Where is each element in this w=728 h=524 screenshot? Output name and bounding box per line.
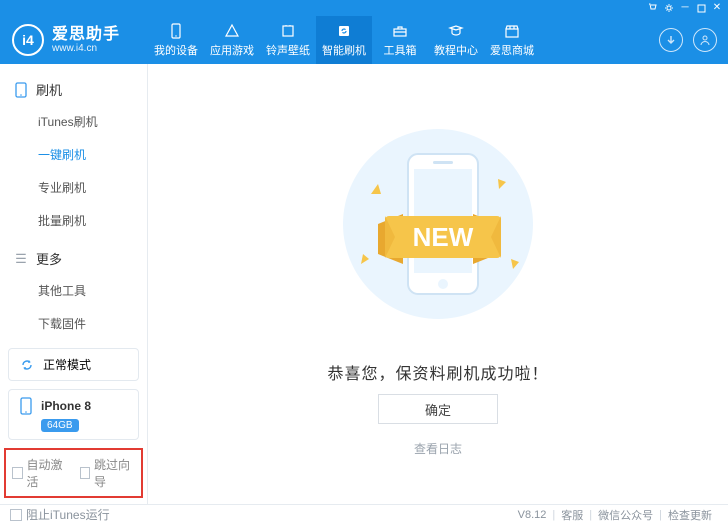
sidebar-item-other[interactable]: 其他工具 (0, 274, 147, 307)
tab-tutorial[interactable]: 教程中心 (428, 16, 484, 64)
tutorial-icon (448, 22, 464, 40)
sidebar-item-pro[interactable]: 专业刷机 (0, 171, 147, 204)
options-highlight-box: 自动激活 跳过向导 (4, 448, 143, 498)
new-badge-text: NEW (413, 222, 474, 252)
success-illustration: NEW (323, 124, 553, 324)
tab-ringtone[interactable]: 铃声壁纸 (260, 16, 316, 64)
cart-icon[interactable] (648, 3, 658, 13)
block-itunes-checkbox[interactable]: 阻止iTunes运行 (10, 506, 110, 523)
sidebar-section-flash-title: 刷机 (36, 80, 62, 99)
sidebar-item-onekey[interactable]: 一键刷机 (0, 138, 147, 171)
device-indicator[interactable]: iPhone 8 64GB (8, 389, 139, 440)
tab-apps[interactable]: 应用游戏 (204, 16, 260, 64)
sidebar-section-flash[interactable]: 刷机 (0, 74, 147, 105)
phone-icon (14, 82, 28, 98)
tab-label: 应用游戏 (210, 42, 254, 58)
ringtone-icon (280, 22, 296, 40)
tab-label: 智能刷机 (322, 42, 366, 58)
user-button[interactable] (693, 28, 717, 52)
mall-icon (504, 22, 520, 40)
success-message: 恭喜您，保资料刷机成功啦！ (148, 360, 728, 384)
tab-flash[interactable]: 智能刷机 (316, 16, 372, 64)
mode-label: 正常模式 (43, 356, 91, 373)
device-name: iPhone 8 (41, 399, 91, 413)
minimize-icon[interactable]: ─ (680, 3, 690, 13)
tab-label: 铃声壁纸 (266, 42, 310, 58)
footer: 阻止iTunes运行 V8.12 | 客服 | 微信公众号 | 检查更新 (0, 504, 728, 524)
tab-label: 工具箱 (384, 42, 417, 58)
auto-activate-checkbox[interactable]: 自动激活 (12, 456, 68, 490)
apps-icon (224, 22, 240, 40)
skip-guide-checkbox[interactable]: 跳过向导 (80, 456, 136, 490)
skip-guide-label: 跳过向导 (94, 456, 135, 490)
maximize-icon[interactable] (696, 3, 706, 13)
device-icon (168, 22, 184, 40)
checkbox-icon (12, 467, 23, 479)
titlebar: ─ ✕ (0, 0, 728, 16)
download-button[interactable] (659, 28, 683, 52)
brand: i4 爱思助手 www.i4.cn (0, 16, 148, 64)
version-label: V8.12 (518, 509, 547, 521)
tab-toolbox[interactable]: 工具箱 (372, 16, 428, 64)
sidebar-item-advanced[interactable]: 高级功能 (0, 340, 147, 348)
brand-url: www.i4.cn (52, 43, 120, 54)
main-tabs: 我的设备应用游戏铃声壁纸智能刷机 工具箱 教程中心爱思商城 (148, 16, 648, 64)
sidebar-item-itunes[interactable]: iTunes刷机 (0, 105, 147, 138)
gear-icon[interactable] (664, 3, 674, 13)
device-storage-badge: 64GB (41, 419, 79, 432)
header: i4 爱思助手 www.i4.cn 我的设备应用游戏铃声壁纸智能刷机 工具箱 教程中… (0, 16, 728, 64)
sidebar-section-more-title: 更多 (36, 249, 62, 268)
support-link[interactable]: 客服 (561, 507, 583, 523)
mode-indicator[interactable]: 正常模式 (8, 348, 139, 381)
brand-logo-icon: i4 (12, 24, 44, 56)
block-itunes-label: 阻止iTunes运行 (26, 506, 110, 523)
sidebar-section-more[interactable]: ☰ 更多 (0, 243, 147, 274)
tab-label: 教程中心 (434, 42, 478, 58)
checkbox-icon (80, 467, 91, 479)
flash-icon (336, 22, 352, 40)
sidebar-item-batch[interactable]: 批量刷机 (0, 204, 147, 237)
sidebar: 刷机 iTunes刷机一键刷机专业刷机批量刷机 ☰ 更多 其他工具下载固件高级功… (0, 64, 148, 504)
check-update-link[interactable]: 检查更新 (668, 507, 712, 523)
tab-mall[interactable]: 爱思商城 (484, 16, 540, 64)
close-icon[interactable]: ✕ (712, 3, 722, 13)
refresh-icon (19, 357, 35, 373)
tab-label: 我的设备 (154, 42, 198, 58)
device-icon (19, 397, 33, 415)
checkbox-icon (10, 509, 22, 521)
toolbox-icon (392, 22, 408, 40)
header-right (648, 16, 728, 64)
tab-label: 爱思商城 (490, 42, 534, 58)
menu-icon: ☰ (14, 251, 28, 267)
brand-name: 爱思助手 (52, 26, 120, 44)
main-content: NEW 恭喜您，保资料刷机成功啦！ 确定 查看日志 (148, 64, 728, 504)
confirm-button[interactable]: 确定 (378, 394, 498, 424)
auto-activate-label: 自动激活 (27, 456, 68, 490)
sidebar-item-firmware[interactable]: 下载固件 (0, 307, 147, 340)
view-log-link[interactable]: 查看日志 (148, 440, 728, 457)
tab-device[interactable]: 我的设备 (148, 16, 204, 64)
wechat-link[interactable]: 微信公众号 (598, 507, 653, 523)
